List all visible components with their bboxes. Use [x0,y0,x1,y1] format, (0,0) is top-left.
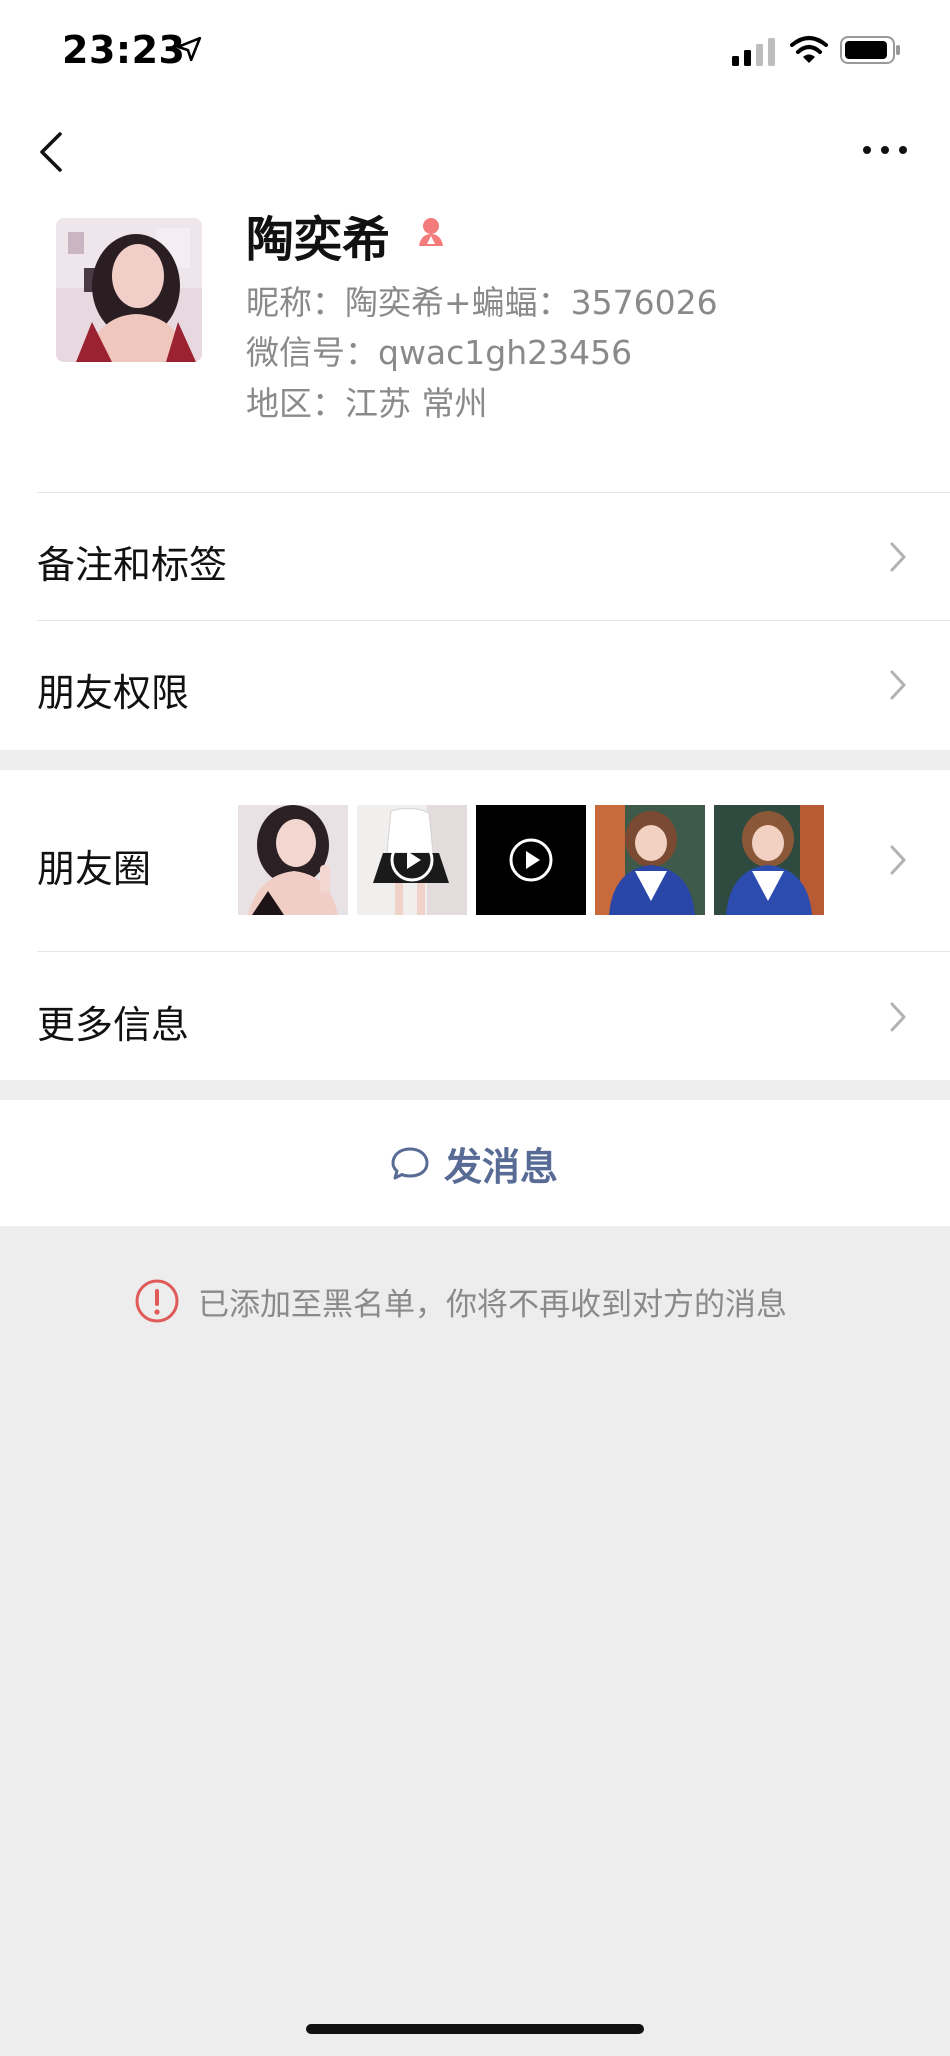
moments-photo-thumbnail [714,805,824,915]
blacklist-notice-text: 已添加至黑名单，你将不再收到对方的消息 [198,1286,787,1323]
warning-circle-icon [135,1279,179,1323]
status-time: 23:23 [62,28,186,72]
chevron-right-icon [890,670,906,700]
nickname-line: 昵称：陶奕希+蝙蝠：3576026 [246,283,718,322]
wechat-id-line: 微信号：qwac1gh23456 [246,333,633,372]
wifi-icon [790,36,828,63]
chevron-right-icon [890,845,906,875]
play-icon [509,838,553,882]
moments-photo-thumbnail [238,805,348,915]
moments-label: 朋友圈 [37,847,152,891]
send-message-label: 发消息 [444,1145,559,1189]
location-arrow-icon [176,36,202,62]
moments-video-thumbnail [476,805,586,915]
contact-name: 陶奕希 [246,212,391,268]
more-info-label: 更多信息 [37,1003,190,1047]
chevron-right-icon [890,1002,906,1032]
back-chevron-icon[interactable] [36,130,66,174]
moments-video-thumbnail [357,805,467,915]
moments-photo-thumbnail [595,805,705,915]
cellular-signal-icon [732,38,775,66]
play-icon [390,838,434,882]
send-message-button[interactable]: 发消息 [390,1136,558,1191]
chevron-right-icon [890,542,906,572]
more-options-icon[interactable] [862,140,908,160]
remark-tags-label: 备注和标签 [37,543,228,587]
chat-bubble-icon [391,1147,429,1179]
avatar[interactable] [56,218,202,362]
region-line: 地区：江苏 常州 [246,384,488,423]
home-indicator [306,2024,644,2034]
battery-icon [840,36,900,64]
blacklist-notice: 已添加至黑名单，你将不再收到对方的消息 [134,1278,787,1324]
friend-permissions-label: 朋友权限 [37,671,190,715]
female-gender-icon [419,218,443,246]
